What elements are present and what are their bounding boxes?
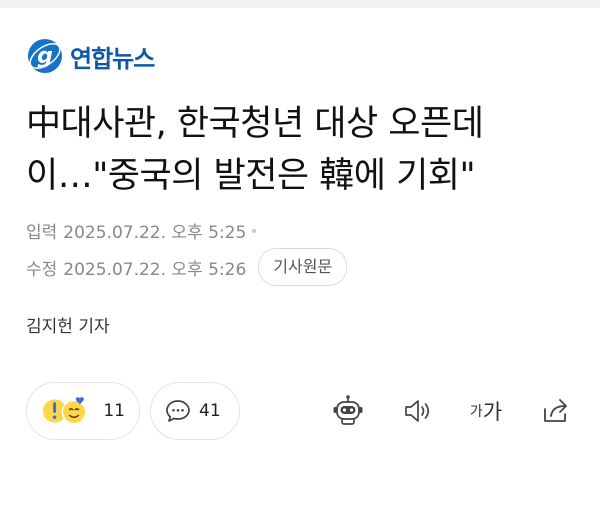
share-icon [544,399,567,422]
brand-name: 연합뉴스 [70,44,155,73]
modified-datetime: 2025.07.22. 오후 5:26 [63,259,247,280]
font-size-button[interactable]: 가가 [462,390,510,432]
published-date: 입력 2025.07.22. 오후 5:25 [26,218,257,243]
reaction-emoji-icons [42,397,87,425]
yonhap-logo-icon: g [28,39,62,73]
comment-button[interactable]: 41 [150,382,240,440]
comment-bubble-icon [166,400,190,422]
modified-date: 수정 2025.07.22. 오후 5:26 기사원문 [26,248,348,286]
published-label: 입력 [26,223,58,243]
separator-dot [252,228,257,233]
share-button[interactable] [536,390,576,432]
comment-count: 41 [199,401,221,421]
font-size-small-label: 가 [469,404,483,420]
smile-emoji-icon [61,397,87,425]
original-article-button[interactable]: 기사원문 [258,248,348,286]
speaker-icon [405,400,430,422]
reporter-name[interactable]: 김지헌 기자 [26,312,110,337]
reaction-button[interactable]: 11 [26,382,140,440]
brand-logo[interactable]: g 연합뉴스 [26,34,155,78]
top-status-bar [0,0,600,8]
headline-line-1: 中대사관, 한국청년 대상 오픈데 [26,104,484,144]
font-size-large-label: 가 [482,400,503,424]
modified-label: 수정 [26,259,58,280]
reaction-count: 11 [103,401,125,421]
article-headline: 中대사관, 한국청년 대상 오픈데 이…"중국의 발전은 韓에 기회" [26,98,576,202]
headline-line-2: 이…"중국의 발전은 韓에 기회" [26,156,476,196]
robot-summary-icon [333,395,363,425]
published-datetime: 2025.07.22. 오후 5:25 [63,223,247,243]
listen-button[interactable] [398,390,438,432]
summary-bot-button[interactable] [328,390,368,432]
svg-text:g: g [37,44,53,69]
